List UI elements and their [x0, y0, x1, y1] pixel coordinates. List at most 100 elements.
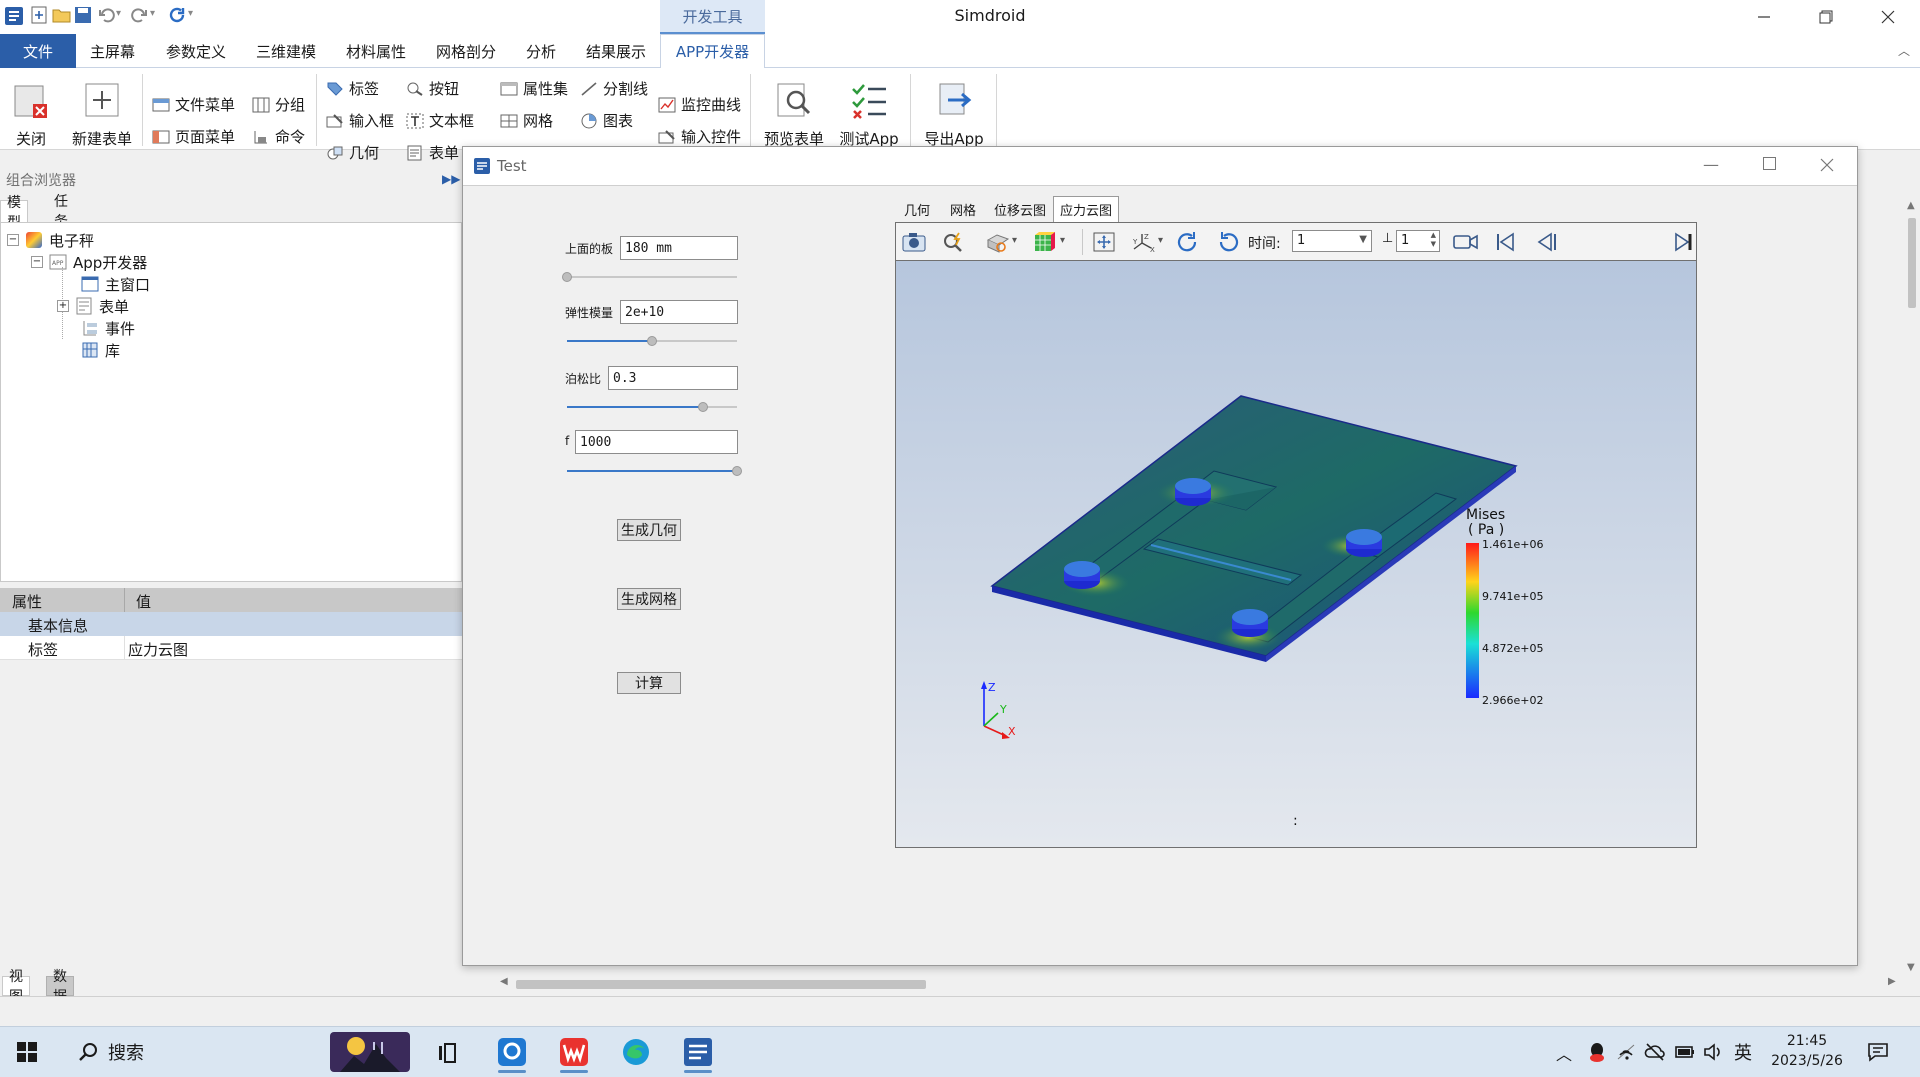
separator-widget-button[interactable]: 分割线 [580, 78, 648, 99]
save-icon[interactable] [74, 6, 96, 28]
spinner-arrows-icon[interactable]: ▲ ▼ [1431, 231, 1436, 249]
camera-icon[interactable] [900, 229, 928, 255]
color-cube-icon[interactable] [1030, 229, 1058, 255]
redo-icon[interactable] [130, 6, 152, 28]
dropdown-icon[interactable]: ▾ [1012, 235, 1017, 246]
slider-thumb[interactable] [732, 466, 742, 476]
close-window-button[interactable] [1858, 0, 1918, 34]
menu-material[interactable]: 材料属性 [346, 34, 406, 68]
poisson-slider[interactable] [567, 402, 737, 412]
menu-results[interactable]: 结果展示 [586, 34, 646, 68]
first-frame-icon[interactable] [1492, 229, 1520, 255]
taskbar-app-wps[interactable] [552, 1031, 596, 1073]
taskbar-search[interactable]: 搜索 [56, 1032, 416, 1072]
volume-icon[interactable] [1702, 1041, 1724, 1063]
menu-3d-modeling[interactable]: 三维建模 [256, 34, 316, 68]
minimize-button[interactable] [1734, 0, 1794, 34]
redo-dropdown-icon[interactable]: ▾ [150, 8, 155, 19]
vertical-scrollbar[interactable]: ▲ ▼ [1904, 200, 1920, 976]
stress-contour-canvas[interactable]: Z Y X Mises ( Pa ) 1.461e+06 9.741e+05 4… [895, 260, 1697, 848]
scroll-thumb[interactable] [1908, 218, 1916, 308]
dropdown-icon[interactable]: ▾ [1060, 235, 1065, 246]
qq-icon[interactable] [1586, 1041, 1608, 1063]
step-spinbox[interactable]: 1 ▲ ▼ [1396, 230, 1440, 252]
group-button[interactable]: 分组 [252, 94, 305, 115]
tab-model[interactable]: 模型 [0, 195, 28, 231]
previous-frame-icon[interactable] [1532, 229, 1560, 255]
scroll-thumb[interactable] [516, 980, 926, 989]
compute-button[interactable]: 计算 [617, 672, 681, 694]
chevron-up-icon[interactable]: ︿ [1556, 1041, 1572, 1065]
taskbar-app-edge[interactable] [614, 1031, 658, 1073]
property-row[interactable]: 标签 应力云图 [0, 636, 462, 660]
slider-thumb[interactable] [562, 272, 572, 282]
collapse-toggle-icon[interactable]: − [31, 256, 43, 268]
scroll-right-icon[interactable]: ▶ [1888, 976, 1896, 987]
property-value[interactable]: 应力云图 [128, 639, 188, 660]
fit-view-icon[interactable] [1090, 229, 1118, 255]
monitor-curve-button[interactable]: 监控曲线 [658, 94, 741, 115]
rotate-cw-icon[interactable] [1174, 229, 1202, 255]
notification-icon[interactable] [1866, 1041, 1890, 1063]
slider-thumb[interactable] [647, 336, 657, 346]
slider-thumb[interactable] [698, 402, 708, 412]
rotate-ccw-icon[interactable] [1214, 229, 1242, 255]
collapse-toggle-icon[interactable]: − [7, 234, 19, 246]
tree-item-event[interactable]: 事件 [81, 317, 135, 339]
scroll-up-icon[interactable]: ▲ [1907, 200, 1915, 211]
input-control-button[interactable]: 输入控件 [658, 126, 741, 147]
refresh-icon[interactable] [168, 6, 190, 28]
taskbar-app-simdroid[interactable] [676, 1031, 720, 1073]
restore-button[interactable] [1796, 0, 1856, 34]
tree-item-root[interactable]: − 电子秤 [7, 229, 94, 251]
tree-item-app-developer[interactable]: − APP App开发器 [31, 251, 147, 273]
dropdown-icon[interactable]: ▾ [1158, 235, 1163, 246]
tab-stress[interactable]: 应力云图 [1053, 196, 1119, 222]
menu-app-developer[interactable]: APP开发器 [660, 34, 765, 68]
f-slider[interactable] [567, 466, 742, 476]
generate-mesh-button[interactable]: 生成网格 [617, 588, 681, 610]
scroll-down-icon[interactable]: ▼ [1907, 962, 1915, 973]
scroll-left-icon[interactable]: ◀ [500, 976, 508, 987]
plate-input[interactable]: 180 mm [620, 236, 738, 260]
property-group-row[interactable]: 基本信息 [0, 612, 462, 636]
modulus-input[interactable]: 2e+10 [620, 300, 738, 324]
dialog-close-icon[interactable] [1819, 157, 1835, 173]
horizontal-scrollbar[interactable]: ◀ ▶ [500, 976, 1900, 992]
network-icon[interactable] [1616, 1041, 1638, 1063]
battery-icon[interactable] [1674, 1041, 1696, 1063]
tree-item-library[interactable]: 库 [81, 339, 120, 361]
tree-item-form[interactable]: + 表单 [57, 295, 129, 317]
chart-widget-button[interactable]: 图表 [580, 110, 633, 131]
undo-dropdown-icon[interactable]: ▾ [116, 8, 121, 19]
start-icon[interactable] [16, 1041, 38, 1063]
export-app-button[interactable]: 导出App [918, 78, 990, 149]
menu-home[interactable]: 主屏幕 [90, 34, 135, 68]
text-box-button[interactable]: 文本框 [406, 110, 474, 131]
zoom-icon[interactable] [940, 229, 968, 255]
open-folder-icon[interactable] [52, 6, 74, 28]
preview-form-button[interactable]: 预览表单 [758, 78, 830, 149]
command-button[interactable]: 命令 [252, 126, 305, 147]
generate-geometry-button[interactable]: 生成几何 [617, 519, 681, 541]
dialog-minimize-icon[interactable]: — [1703, 155, 1719, 174]
button-widget-button[interactable]: 按钮 [406, 78, 459, 99]
menu-params[interactable]: 参数定义 [166, 34, 226, 68]
cloud-off-icon[interactable] [1644, 1041, 1666, 1063]
close-form-button[interactable]: 关闭 [8, 78, 54, 149]
axis-view-icon[interactable]: ZY X [1130, 229, 1158, 255]
system-clock[interactable]: 21:45 2023/5/26 [1762, 1031, 1852, 1071]
poisson-input[interactable]: 0.3 [608, 366, 738, 390]
collapse-ribbon-icon[interactable]: ︿ [1898, 42, 1910, 59]
ime-indicator[interactable]: 英 [1734, 1039, 1752, 1065]
property-set-button[interactable]: 属性集 [500, 78, 568, 99]
menu-file[interactable]: 文件 [0, 34, 76, 68]
label-widget-button[interactable]: 标签 [326, 78, 379, 99]
tree-item-main-window[interactable]: 主窗口 [81, 273, 150, 295]
play-icon[interactable] [1670, 229, 1694, 255]
tab-geometry[interactable]: 几何 [895, 196, 939, 222]
record-video-icon[interactable] [1452, 229, 1480, 255]
modulus-slider[interactable] [567, 336, 737, 346]
menu-meshing[interactable]: 网格剖分 [436, 34, 496, 68]
new-file-icon[interactable] [30, 6, 52, 28]
